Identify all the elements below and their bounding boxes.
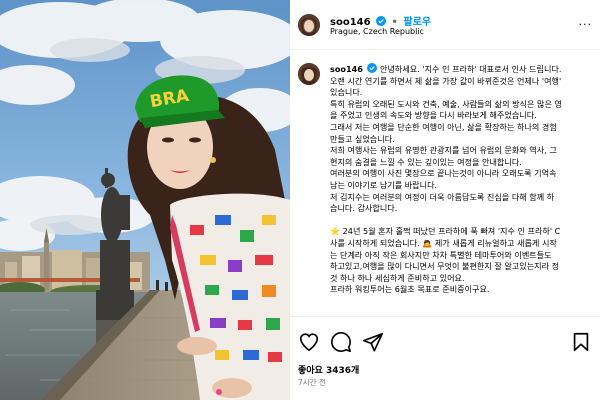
location-link[interactable]: Prague, Czech Republic xyxy=(330,27,424,36)
star-emoji-icon: ⭐ xyxy=(330,226,341,237)
like-button[interactable] xyxy=(298,331,320,353)
avatar-image xyxy=(298,63,320,85)
verified-badge-icon xyxy=(367,63,378,73)
caption-line: 저 김지수는 여러분의 여정이 더욱 아름답도록 진심을 다해 함께 하 xyxy=(330,191,555,202)
caption-avatar[interactable] xyxy=(298,63,320,85)
caption-line: 오랜 시간 연기를 하면서 제 삶을 가장 값이 바뀌준것은 언제나 '여행' xyxy=(330,75,562,86)
caption-username[interactable]: soo146 xyxy=(330,64,363,74)
post-caption: soo146 안녕하세요. '지수 인 프라하' 대표로서 인사 드립니다. 오… xyxy=(290,50,600,316)
avatar-image xyxy=(298,14,320,36)
caption-text: soo146 안녕하세요. '지수 인 프라하' 대표로서 인사 드립니다. 오… xyxy=(330,63,600,296)
post-username-row: soo146 • 팔로우 xyxy=(330,13,431,28)
post-time[interactable]: 7시간 전 xyxy=(298,377,326,388)
caption-line-text: 24년 5월 혼자 훌쩍 떠났던 프라하에 푹 빠져 '지수 인 프라하' C xyxy=(342,226,561,237)
post-image: BRA xyxy=(0,0,290,400)
caption-line: 특히 유럽의 오래된 도시와 건축, 예술, 사람들의 삶의 방식은 많은 영 xyxy=(330,98,562,109)
bookmark-icon xyxy=(573,332,589,352)
caption-line: 남는 이야기로 남기를 바랍니다. xyxy=(330,179,438,190)
more-options-button[interactable]: ··· xyxy=(579,18,593,31)
heart-icon xyxy=(299,333,319,352)
caption-line: 사를 시작하게 되었습니다. 🙇 제가 새롭게 리뉴얼하고 새롭게 시작 xyxy=(330,237,557,248)
avatar[interactable] xyxy=(298,14,320,36)
verified-badge-icon xyxy=(376,16,387,26)
post-panel: soo146 • 팔로우 Prague, Czech Republic ··· … xyxy=(290,0,600,400)
caption-line: 는 단계라 아직 작은 회사지만 차차 특별한 테마투어와 이벤트들도 xyxy=(330,249,552,260)
likes-count[interactable]: 좋아요 3436개 xyxy=(298,363,359,376)
caption-line: 저희 여행사는 유럽의 유명한 관광지를 넘어 유럽의 문화와 역사, 그 xyxy=(330,145,557,156)
caption-line: 하고있고,여행을 많이 다니면서 무엇이 불편한지 잘 알고있는지라 정 xyxy=(330,261,560,272)
post-header: soo146 • 팔로우 Prague, Czech Republic ··· xyxy=(290,0,600,50)
post-actions: 좋아요 3436개 7시간 전 xyxy=(290,316,600,400)
caption-line: soo146 안녕하세요. '지수 인 프라하' 대표로서 인사 드립니다. xyxy=(330,63,600,76)
post-photo[interactable]: BRA xyxy=(0,0,290,400)
caption-line: 습니다. 감사합니다. xyxy=(330,203,398,214)
caption-line: 그래서 저는 여행을 단순한 여행이 아닌, 삶을 확장하는 하나의 경험 xyxy=(330,121,557,132)
caption-line: 것 하나 하나 세심하게 준비하고 있어요. xyxy=(330,272,465,283)
comment-button[interactable] xyxy=(330,331,352,353)
caption-line: 현지의 숨결을 느낄 수 있는 깊이있는 여정을 안내합니다. xyxy=(330,156,522,167)
caption-line: 만들고 싶었습니다. xyxy=(330,133,395,144)
save-button[interactable] xyxy=(570,331,592,353)
comment-icon xyxy=(331,332,351,352)
caption-line: ⭐ 24년 5월 혼자 훌쩍 떠났던 프라하에 푹 빠져 '지수 인 프라하' … xyxy=(330,226,600,238)
caption-line: 있습니다. xyxy=(330,87,363,98)
caption-line: 을 주었고 인생의 속도와 방향을 다시 바라보게 해주었습니다. xyxy=(330,110,537,121)
caption-line: 여러분의 여행이 사진 몇장으로 끝나는것이 아니라 오래도록 기억속 xyxy=(330,168,557,179)
send-icon xyxy=(363,332,383,352)
share-button[interactable] xyxy=(362,331,384,353)
caption-line-text: 안녕하세요. '지수 인 프라하' 대표로서 인사 드립니다. xyxy=(380,64,562,74)
caption-line: 프라하 워킹투어는 6월초 목표로 준비중이구요. xyxy=(330,284,490,295)
